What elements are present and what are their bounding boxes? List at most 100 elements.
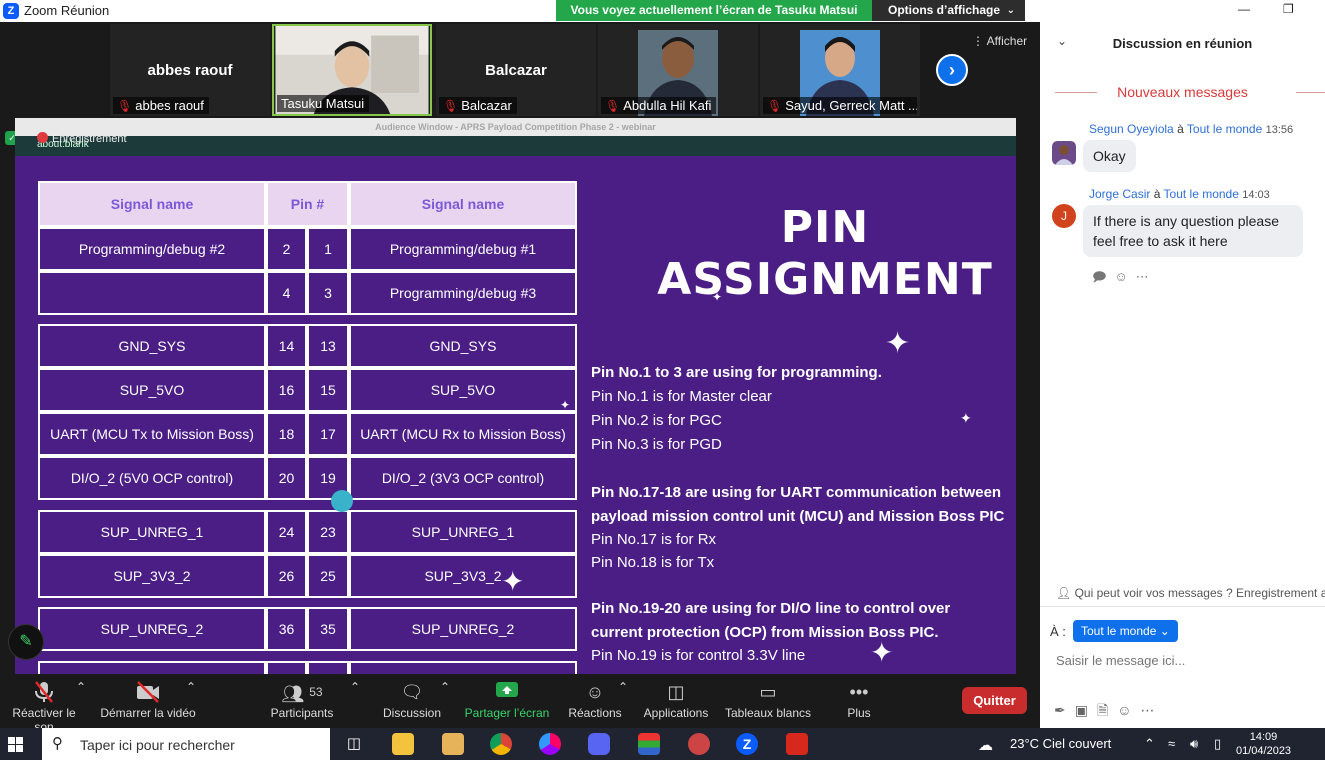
- chevron-down-icon: ⌄: [1006, 5, 1015, 16]
- whiteboard-icon: ▭: [759, 682, 777, 702]
- file-icon[interactable]: 🗎︎: [1097, 702, 1117, 718]
- participant-tile[interactable]: 🎙︎ Abdulla Hil Kafi: [598, 24, 758, 116]
- paint-icon[interactable]: [688, 733, 710, 755]
- who-can-see-notice[interactable]: 👤︎ Qui peut voir vos messages ? Enregist…: [1056, 586, 1325, 600]
- table-cell: DI/O_2 (5V0 OCP control): [38, 456, 266, 500]
- table-header-signal-right: Signal name: [349, 181, 577, 227]
- browser-icon[interactable]: [539, 733, 561, 755]
- video-off-icon: [98, 680, 198, 706]
- view-options-label: Options d’affichage: [888, 3, 1001, 17]
- slide-note-line: Pin No.17-18 are using for UART communic…: [591, 484, 1002, 501]
- new-messages-divider: Nouveaux messages: [1040, 84, 1325, 100]
- table-cell: 26: [266, 554, 307, 598]
- participants-button[interactable]: 👥︎ 53 Participants: [266, 680, 338, 720]
- battery-icon[interactable]: ▯: [1214, 736, 1221, 752]
- zoom-app-icon[interactable]: Z: [736, 733, 758, 755]
- table-header-pin: Pin #: [266, 181, 349, 227]
- chat-bubble-icon: 🗨︎: [400, 682, 424, 702]
- participant-tile[interactable]: 🎙︎ Sayud, Gerreck Matt ...: [760, 24, 920, 116]
- participant-label: 🎙︎ Abdulla Hil Kafi: [601, 97, 717, 114]
- caret-up-icon[interactable]: ⌃: [350, 680, 360, 694]
- table-cell: SUP_3V3_2: [349, 554, 577, 598]
- share-screen-button[interactable]: Partager l’écran: [462, 680, 552, 720]
- mic-off-icon: [2, 680, 86, 706]
- recipient-dropdown[interactable]: Tout le monde ⌄: [1073, 620, 1178, 642]
- message-sender: Jorge Casir à Tout le monde 14:03: [1089, 187, 1270, 201]
- zoom-logo-icon: Z: [3, 3, 19, 19]
- caret-up-icon[interactable]: ⌃: [76, 680, 86, 694]
- unmute-button[interactable]: Réactiver le son: [2, 680, 86, 734]
- participant-label: Tasuku Matsui: [277, 95, 370, 112]
- reactions-button[interactable]: ☺ Réactions: [566, 680, 624, 720]
- sharing-banner: Vous voyez actuellement l’écran de Tasuk…: [556, 0, 872, 21]
- slide-note-line: Pin No.19 is for control 3.3V line: [591, 647, 806, 664]
- chrome-icon[interactable]: [490, 733, 512, 755]
- emoji-reaction-icon[interactable]: ☺: [1114, 269, 1135, 284]
- chat-message-input[interactable]: [1056, 650, 1306, 670]
- search-placeholder: Taper ici pour rechercher: [80, 737, 235, 753]
- more-button[interactable]: ••• Plus: [840, 680, 878, 720]
- tray-chevron-up-icon[interactable]: ⌃: [1144, 736, 1155, 752]
- volume-icon[interactable]: 🔊︎: [1190, 736, 1198, 752]
- participants-icon: 👥︎ 53: [281, 684, 323, 704]
- view-options-button[interactable]: Options d’affichage ⌄: [872, 0, 1025, 21]
- table-cell: 25: [307, 554, 349, 598]
- more-horizontal-icon[interactable]: ⋯: [1136, 269, 1157, 284]
- caret-up-icon[interactable]: ⌃: [186, 680, 196, 694]
- sparkle-icon: ✦: [560, 398, 571, 412]
- chat-button[interactable]: 🗨︎ Discussion: [378, 680, 446, 720]
- table-cell: 15: [307, 368, 349, 412]
- annotate-pencil-button[interactable]: ✎: [8, 624, 44, 660]
- taskbar-search[interactable]: ⚲ Taper ici pour rechercher: [42, 728, 330, 760]
- emoji-icon[interactable]: ☺: [1117, 702, 1140, 718]
- participant-label: 🎙︎ Sayud, Gerreck Matt ...: [763, 97, 917, 114]
- table-cell: 3: [307, 271, 349, 315]
- table-header-signal-left: Signal name: [38, 181, 266, 227]
- table-cell: [307, 661, 349, 674]
- wifi-icon[interactable]: ≈: [1168, 736, 1175, 751]
- sparkle-icon: ✦: [960, 410, 972, 426]
- discord-icon[interactable]: [588, 733, 610, 755]
- avatar: [1052, 141, 1076, 165]
- more-horizontal-icon: •••: [849, 682, 869, 702]
- table-cell: 20: [266, 456, 307, 500]
- file-explorer-icon[interactable]: [392, 733, 414, 755]
- participant-tile[interactable]: Balcazar 🎙︎ Balcazar: [436, 24, 596, 116]
- table-cell: SUP_5VO: [349, 368, 577, 412]
- apps-button[interactable]: ◫ Applications: [640, 680, 712, 720]
- whiteboards-button[interactable]: ▭ Tableaux blancs: [722, 680, 814, 720]
- format-icon[interactable]: ✒: [1054, 702, 1075, 718]
- next-page-button[interactable]: ›: [936, 54, 968, 86]
- show-gallery-button[interactable]: ⋮ Afficher: [972, 34, 1027, 48]
- pdf-reader-icon[interactable]: [786, 733, 808, 755]
- table-cell: SUP_3V3_2: [38, 554, 266, 598]
- minimize-icon[interactable]: —: [1238, 2, 1250, 16]
- slide-note-line: payload mission control unit (MCU) and M…: [591, 508, 1005, 525]
- participant-tile-active[interactable]: Tasuku Matsui: [272, 24, 432, 116]
- slide-note-line: Pin No.1 to 3 are using for programming.: [591, 364, 882, 381]
- table-cell: 1: [307, 227, 349, 271]
- slide-title: PIN ASSIGNMENT: [657, 202, 993, 305]
- start-video-button[interactable]: Démarrer la vidéo: [98, 680, 198, 720]
- caret-up-icon[interactable]: ⌃: [440, 680, 450, 694]
- more-horizontal-icon[interactable]: ⋯: [1141, 702, 1164, 718]
- windows-start-icon[interactable]: [8, 737, 23, 752]
- table-cell: 24: [266, 510, 307, 554]
- sparkle-icon: ✦: [885, 327, 911, 360]
- screenshot-icon[interactable]: ▣: [1075, 702, 1097, 718]
- table-cell: 14: [266, 324, 307, 368]
- quit-button[interactable]: Quitter: [962, 687, 1027, 714]
- archive-app-icon[interactable]: [442, 733, 464, 755]
- weather-text[interactable]: 23°C Ciel couvert: [1010, 736, 1111, 751]
- participant-tile[interactable]: abbes raouf 🎙︎ abbes raouf: [110, 24, 270, 116]
- table-cell: 13: [307, 324, 349, 368]
- clock[interactable]: 14:09 01/04/2023: [1236, 730, 1291, 758]
- reply-icon[interactable]: 🗩︎: [1092, 269, 1114, 284]
- caret-up-icon[interactable]: ⌃: [618, 680, 628, 694]
- table-cell: [349, 661, 577, 674]
- task-view-icon[interactable]: ◫: [343, 733, 365, 755]
- table-cell: 2: [266, 227, 307, 271]
- restore-icon[interactable]: ❐: [1283, 2, 1294, 16]
- shared-screen: Audience Window - APRS Payload Competiti…: [15, 118, 1016, 674]
- winrar-icon[interactable]: [638, 733, 660, 755]
